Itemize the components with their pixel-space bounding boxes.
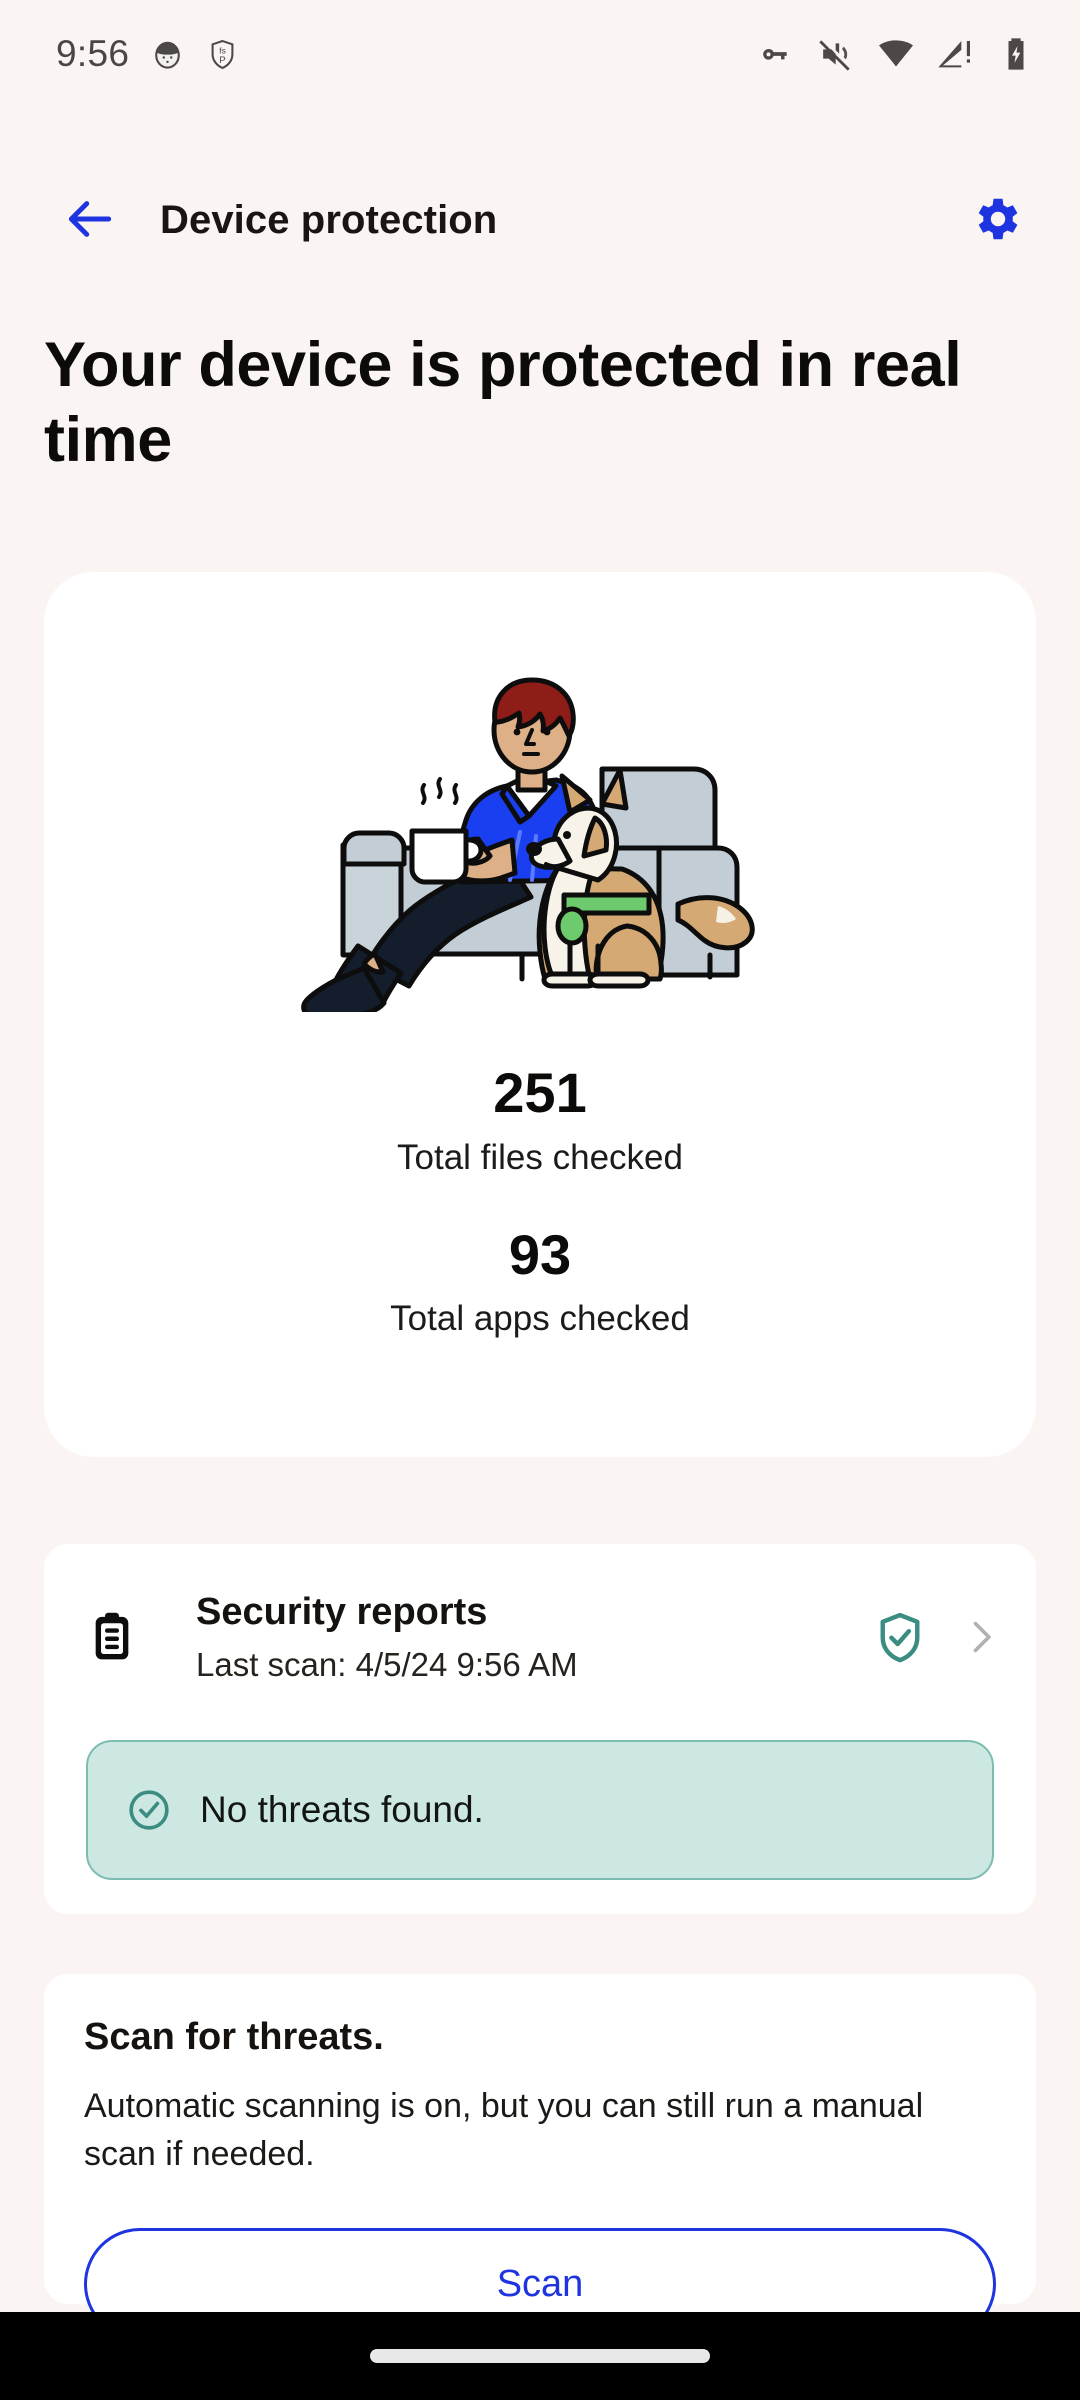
back-button[interactable] [48, 178, 132, 262]
back-arrow-icon [62, 191, 118, 250]
home-gesture-pill[interactable] [370, 2349, 710, 2363]
scan-for-threats-card: Scan for threats. Automatic scanning is … [44, 1974, 1036, 2340]
status-bar-right [756, 34, 1036, 74]
person-on-couch-with-dog-illustration [301, 677, 755, 1012]
scan-card-description: Automatic scanning is on, but you can st… [84, 2087, 924, 2174]
status-bar-left: 9:56 fs P [56, 33, 239, 75]
sound-muted-icon [816, 34, 856, 74]
stat-label: Total apps checked [390, 1299, 690, 1339]
vpn-key-icon [756, 34, 796, 74]
check-circle-icon [126, 1787, 172, 1833]
security-reports-row[interactable]: Security reports Last scan: 4/5/24 9:56 … [44, 1544, 1036, 1730]
no-threats-text: No threats found. [200, 1789, 484, 1830]
chevron-right-icon[interactable] [962, 1618, 1000, 1656]
stat-label: Total files checked [397, 1137, 683, 1177]
device-protection-screen: 9:56 fs P Device protection Your device … [0, 0, 1080, 2400]
shield-check-icon [872, 1609, 928, 1665]
last-scan-timestamp: Last scan: 4/5/24 9:56 AM [196, 1645, 578, 1683]
no-threats-banner: No threats found. [86, 1740, 994, 1880]
settings-button[interactable] [954, 178, 1038, 262]
stat-total-files: 251 Total files checked [44, 1062, 1036, 1178]
clipboard-icon [84, 1609, 140, 1665]
no-sim-signal-icon [936, 34, 976, 74]
battery-charging-icon [996, 34, 1036, 74]
security-reports-title: Security reports [196, 1590, 488, 1633]
scan-statistics: 251 Total files checked 93 Total apps ch… [44, 1062, 1036, 1339]
gesture-navigation-bar [0, 2312, 1080, 2400]
stat-value: 93 [508, 1222, 572, 1286]
security-reports-card: Security reports Last scan: 4/5/24 9:56 … [44, 1544, 1036, 1914]
headline: Your device is protected in real time [44, 330, 962, 475]
app-bar: Device protection [0, 160, 1080, 280]
scan-card-title: Scan for threats. [84, 2016, 384, 2058]
security-reports-texts: Security reports Last scan: 4/5/24 9:56 … [196, 1591, 872, 1684]
illustration-container [44, 612, 1036, 1012]
status-clock: 9:56 [56, 33, 130, 74]
stat-value: 251 [493, 1061, 587, 1124]
face-app-icon [151, 38, 184, 71]
status-bar: 9:56 fs P [0, 0, 1080, 108]
wifi-icon [876, 34, 916, 74]
stat-total-apps: 93 Total apps checked [44, 1222, 1036, 1340]
svg-text:P: P [220, 54, 226, 65]
gear-icon [969, 192, 1023, 249]
page-title: Device protection [160, 197, 498, 242]
fsp-shield-app-icon: fs P [206, 38, 239, 71]
protection-summary-card: 251 Total files checked 93 Total apps ch… [44, 572, 1036, 1457]
